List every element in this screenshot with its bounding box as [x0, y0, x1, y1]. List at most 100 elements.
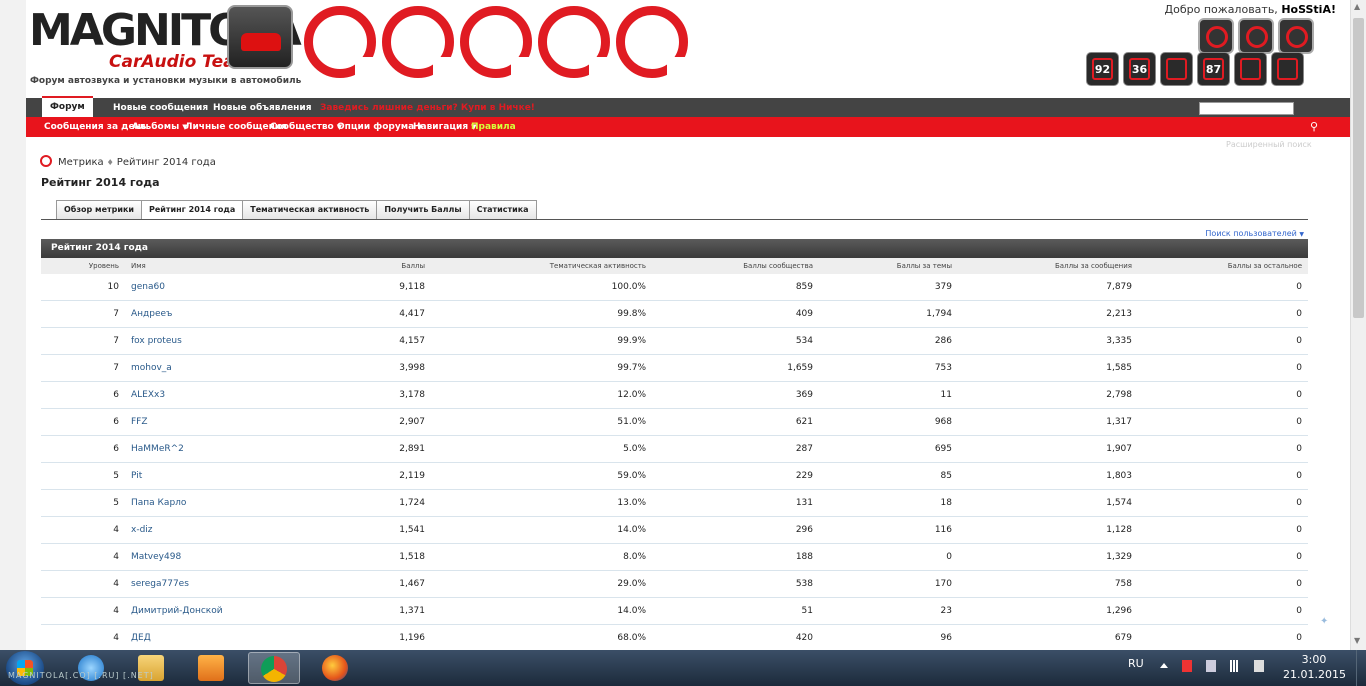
tab-new-posts[interactable]: Новые сообщения: [105, 99, 216, 117]
table-cell: 4: [41, 543, 125, 571]
scroll-down-icon[interactable]: ▼: [1354, 636, 1360, 645]
tab-forum[interactable]: Форум: [42, 96, 93, 119]
table-cell: 4: [41, 516, 125, 544]
column-header[interactable]: Имя: [125, 258, 325, 274]
search-input[interactable]: [1199, 102, 1294, 115]
user-icon[interactable]: [1234, 52, 1267, 86]
column-header[interactable]: Тематическая активность: [431, 258, 652, 274]
column-header[interactable]: Уровень: [41, 258, 125, 274]
scroll-up-icon[interactable]: ▲: [1354, 2, 1360, 11]
nav-navigation[interactable]: Навигация ▼: [413, 117, 477, 137]
user-link[interactable]: Андрееъ: [125, 300, 325, 328]
column-header[interactable]: Баллы сообщества: [652, 258, 819, 274]
user-link[interactable]: Димитрий-Донской: [125, 597, 325, 625]
table-cell: 1,907: [958, 435, 1138, 463]
table-cell: 99.8%: [431, 300, 652, 328]
system-clock[interactable]: 3:00 21.01.2015: [1283, 652, 1346, 682]
network-icon[interactable]: [1230, 660, 1240, 672]
firefox-icon: [322, 655, 348, 681]
profile-icon[interactable]: [1198, 18, 1234, 54]
user-link[interactable]: serega777es: [125, 570, 325, 598]
exit-icon[interactable]: [1271, 52, 1304, 86]
device-icon[interactable]: [1206, 660, 1216, 672]
vertical-scrollbar[interactable]: ▲ ▼: [1350, 0, 1366, 650]
messages-icon[interactable]: 92: [1086, 52, 1119, 86]
user-link[interactable]: x-diz: [125, 516, 325, 544]
arrow-icon: ♦: [106, 158, 114, 167]
tab-rating-2014[interactable]: Рейтинг 2014 года: [141, 200, 244, 220]
table-cell: 538: [652, 570, 819, 598]
subscriptions-icon[interactable]: 36: [1123, 52, 1156, 86]
scrollbar-thumb[interactable]: [1353, 18, 1364, 318]
user-search-link[interactable]: Поиск пользователей ▼: [1205, 229, 1304, 238]
table-cell: 99.9%: [431, 327, 652, 355]
tab-new-ads[interactable]: Новые объявления: [205, 99, 320, 117]
table-cell: 1,659: [652, 354, 819, 382]
table-cell: 695: [819, 435, 958, 463]
site-logo[interactable]: MAGNITOLA CarAudio Team: [29, 3, 302, 73]
column-header[interactable]: Баллы за темы: [819, 258, 958, 274]
reputation-icon[interactable]: 87: [1197, 52, 1230, 86]
settings-icon[interactable]: [1238, 18, 1274, 54]
show-desktop-button[interactable]: [1356, 650, 1366, 686]
upload-icon[interactable]: [1160, 52, 1193, 86]
messages-count: 92: [1094, 63, 1111, 76]
action-center-icon[interactable]: [1182, 660, 1192, 672]
user-link[interactable]: Pit: [125, 462, 325, 490]
table-cell: 1,518: [325, 543, 431, 571]
table-cell: 4,417: [325, 300, 431, 328]
home-icon[interactable]: [40, 155, 52, 167]
chevron-down-icon: ▼: [1299, 231, 1304, 238]
nav-albums[interactable]: Альбомы ▼: [132, 117, 188, 137]
tab-thematic-activity[interactable]: Тематическая активность: [242, 200, 378, 219]
user-link[interactable]: HaMMeR^2: [125, 435, 325, 463]
nav-forum-options[interactable]: Опции форума ▼: [337, 117, 423, 137]
table-cell: 379: [819, 274, 958, 301]
tab-statistics[interactable]: Статистика: [468, 200, 537, 219]
tab-metric-overview[interactable]: Обзор метрики: [56, 200, 143, 219]
user-link[interactable]: fox proteus: [125, 327, 325, 355]
advanced-search-link[interactable]: Расширенный поиск: [1226, 140, 1312, 149]
language-indicator[interactable]: RU: [1128, 657, 1144, 670]
media-player-app[interactable]: [186, 652, 238, 684]
tabs-divider: [41, 219, 1308, 220]
table-cell: 1,585: [958, 354, 1138, 382]
chrome-app[interactable]: [248, 652, 300, 684]
media-player-icon: [198, 655, 224, 681]
table-cell: 12.0%: [431, 381, 652, 409]
table-cell: 1,574: [958, 489, 1138, 517]
user-link[interactable]: ALEXx3: [125, 381, 325, 409]
subscriptions-count: 36: [1131, 63, 1148, 76]
table-cell: 369: [652, 381, 819, 409]
column-header[interactable]: Баллы за сообщения: [958, 258, 1138, 274]
table-cell: 3,178: [325, 381, 431, 409]
user-link[interactable]: Matvey498: [125, 543, 325, 571]
promo-link[interactable]: Заведись лишние деньги? Купи в Ничке!: [320, 99, 535, 117]
column-header[interactable]: Баллы: [325, 258, 431, 274]
user-link[interactable]: ДЕД: [125, 624, 325, 650]
tab-get-points[interactable]: Получить Баллы: [376, 200, 470, 219]
breadcrumb-root[interactable]: Метрика: [58, 157, 104, 168]
table-row: 7 mohov_a 3,998 99.7% 1,659 753 1,585 0: [41, 354, 1308, 382]
user-link[interactable]: FFZ: [125, 408, 325, 436]
user-link[interactable]: Папа Карло: [125, 489, 325, 517]
user-link[interactable]: mohov_a: [125, 354, 325, 382]
table-row: 5 Pit 2,119 59.0% 229 85 1,803 0: [41, 462, 1308, 490]
table-cell: 7,879: [958, 274, 1138, 301]
search-icon[interactable]: ⚲: [1305, 118, 1323, 136]
volume-muted-icon[interactable]: [1254, 660, 1264, 672]
user-link[interactable]: gena60: [125, 274, 325, 301]
username-link[interactable]: HoSStiA!: [1281, 3, 1336, 16]
tray-expand-icon[interactable]: [1160, 663, 1168, 668]
firefox-app[interactable]: [310, 652, 362, 684]
nav-rules[interactable]: Правила: [471, 117, 516, 137]
logout-icon[interactable]: [1278, 18, 1314, 54]
table-cell: 100.0%: [431, 274, 652, 301]
ring-icon: [382, 6, 455, 79]
table-row: 7 Андрееъ 4,417 99.8% 409 1,794 2,213 0: [41, 300, 1308, 328]
ring-icon: [538, 6, 611, 79]
nav-community[interactable]: Сообщество ▼: [270, 117, 342, 137]
table-cell: 420: [652, 624, 819, 650]
watermark-text: MAGNITOLA[.CO] [.RU] [.NET]: [8, 671, 154, 680]
column-header[interactable]: Баллы за остальное: [1138, 258, 1308, 274]
